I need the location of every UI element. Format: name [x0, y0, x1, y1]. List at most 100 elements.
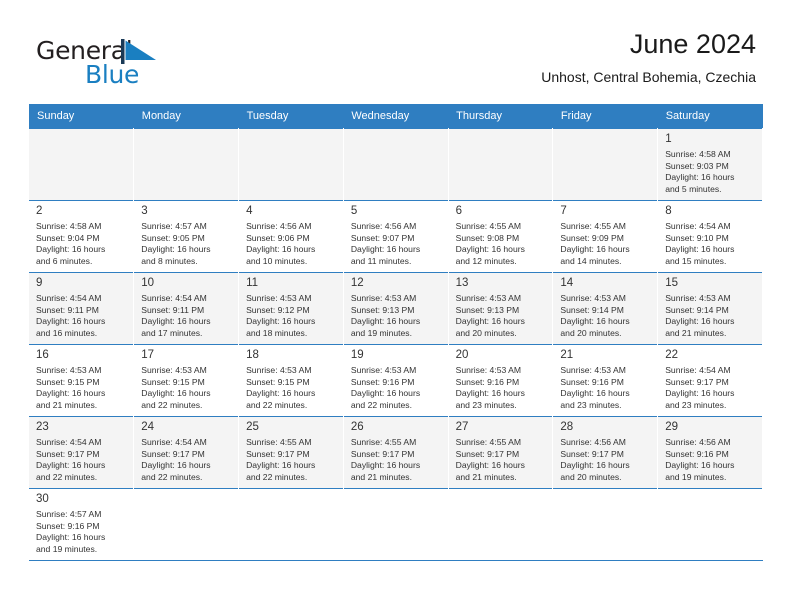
- day-number: 9: [36, 277, 43, 289]
- day-detail-line: Daylight: 16 hours: [665, 172, 735, 183]
- day-cell-28[interactable]: 28 Sunrise: 4:56 AM Sunset: 9:17 PM Dayligh…: [552, 416, 659, 489]
- day-detail-line: Sunrise: 4:53 AM: [350, 365, 417, 375]
- day-detail-line: and 23 minutes.: [560, 399, 622, 410]
- day-detail-line: Sunrise: 4:56 AM: [246, 221, 312, 231]
- weekday-header-monday: Monday: [133, 104, 239, 129]
- day-detail-line: Daylight: 16 hours: [455, 460, 525, 471]
- weekday-header-wednesday: Wednesday: [343, 104, 449, 129]
- day-detail-line: Daylight: 16 hours: [665, 388, 735, 399]
- day-detail-line: Sunrise: 4:54 AM: [36, 293, 102, 303]
- day-number: 10: [141, 277, 155, 289]
- day-detail-line: Daylight: 16 hours: [36, 532, 106, 543]
- day-detail-line: and 21 minutes.: [665, 327, 727, 338]
- day-number: 16: [36, 349, 49, 361]
- day-sun-details: Sunrise: 4:53 AM Sunset: 9:15 PM Daylight:…: [141, 365, 232, 411]
- day-detail-line: Daylight: 16 hours: [665, 460, 735, 471]
- day-cell-empty: [343, 128, 449, 201]
- day-detail-line: Sunrise: 4:55 AM: [560, 221, 626, 231]
- day-cell-empty: [238, 128, 344, 201]
- day-sun-details: Sunrise: 4:55 AM Sunset: 9:09 PM Daylight:…: [560, 221, 651, 267]
- day-sun-details: Sunrise: 4:53 AM Sunset: 9:14 PM Daylight:…: [665, 293, 756, 339]
- day-detail-line: Sunset: 9:16 PM: [350, 376, 415, 387]
- day-cell-5[interactable]: 5 Sunrise: 4:56 AM Sunset: 9:07 PM Daylight…: [343, 200, 449, 273]
- day-sun-details: Sunrise: 4:53 AM Sunset: 9:14 PM Daylight:…: [560, 293, 651, 339]
- day-detail-line: Sunrise: 4:53 AM: [455, 365, 522, 375]
- day-cell-empty: [448, 128, 554, 201]
- day-cell-30[interactable]: 30 Sunrise: 4:57 AM Sunset: 9:16 PM Dayligh…: [29, 488, 135, 561]
- day-cell-17[interactable]: 17 Sunrise: 4:53 AM Sunset: 9:15 PM Dayligh…: [133, 344, 240, 417]
- day-detail-line: Sunset: 9:15 PM: [36, 376, 100, 387]
- day-detail-line: and 22 minutes.: [141, 399, 203, 410]
- day-cell-4[interactable]: 4 Sunrise: 4:56 AM Sunset: 9:06 PM Daylight…: [238, 200, 344, 273]
- day-cell-12[interactable]: 12 Sunrise: 4:53 AM Sunset: 9:13 PM Dayligh…: [343, 272, 449, 345]
- day-cell-26[interactable]: 26 Sunrise: 4:55 AM Sunset: 9:17 PM Dayligh…: [343, 416, 449, 489]
- day-cell-15[interactable]: 15 Sunrise: 4:53 AM Sunset: 9:14 PM Dayligh…: [657, 272, 763, 345]
- day-detail-line: Sunrise: 4:58 AM: [665, 149, 731, 159]
- day-detail-line: Sunrise: 4:56 AM: [560, 437, 626, 447]
- day-cell-6[interactable]: 6 Sunrise: 4:55 AM Sunset: 9:08 PM Daylight…: [448, 200, 554, 273]
- day-cell-14[interactable]: 14 Sunrise: 4:53 AM Sunset: 9:14 PM Dayligh…: [552, 272, 659, 345]
- day-cell-9[interactable]: 9 Sunrise: 4:54 AM Sunset: 9:11 PM Daylight…: [29, 272, 135, 345]
- day-cell-2[interactable]: 2 Sunrise: 4:58 AM Sunset: 9:04 PM Daylight…: [29, 200, 135, 273]
- day-sun-details: Sunrise: 4:54 AM Sunset: 9:17 PM Daylight:…: [36, 437, 127, 483]
- day-detail-line: and 22 minutes.: [141, 471, 203, 482]
- day-cell-22[interactable]: 22 Sunrise: 4:54 AM Sunset: 9:17 PM Dayligh…: [657, 344, 763, 417]
- day-sun-details: Sunrise: 4:55 AM Sunset: 9:17 PM Daylight:…: [351, 437, 442, 483]
- day-sun-details: Sunrise: 4:56 AM Sunset: 9:17 PM Daylight:…: [560, 437, 651, 483]
- day-detail-line: Sunset: 9:15 PM: [141, 376, 205, 387]
- weekday-header-tuesday: Tuesday: [238, 104, 344, 129]
- day-detail-line: Daylight: 16 hours: [350, 460, 421, 471]
- day-number: 24: [141, 421, 155, 433]
- general-blue-logo[interactable]: General Blue: [36, 36, 236, 92]
- day-cell-20[interactable]: 20 Sunrise: 4:53 AM Sunset: 9:16 PM Dayligh…: [448, 344, 554, 417]
- day-detail-line: and 23 minutes.: [455, 399, 517, 410]
- day-detail-line: Daylight: 16 hours: [350, 244, 421, 255]
- day-detail-line: and 19 minutes.: [665, 471, 727, 482]
- day-cell-1[interactable]: 1 Sunrise: 4:58 AM Sunset: 9:03 PM Daylight…: [657, 128, 763, 201]
- day-cell-21[interactable]: 21 Sunrise: 4:53 AM Sunset: 9:16 PM Dayligh…: [552, 344, 659, 417]
- day-detail-line: Daylight: 16 hours: [665, 316, 735, 327]
- day-detail-line: Sunrise: 4:55 AM: [246, 437, 312, 447]
- day-cell-24[interactable]: 24 Sunrise: 4:54 AM Sunset: 9:17 PM Dayligh…: [133, 416, 240, 489]
- day-cell-18[interactable]: 18 Sunrise: 4:53 AM Sunset: 9:15 PM Dayligh…: [238, 344, 344, 417]
- day-cell-27[interactable]: 27 Sunrise: 4:55 AM Sunset: 9:17 PM Dayligh…: [448, 416, 554, 489]
- day-cell-13[interactable]: 13 Sunrise: 4:53 AM Sunset: 9:13 PM Dayligh…: [448, 272, 554, 345]
- day-number: 12: [350, 277, 364, 289]
- page-header: General Blue June 2024 Unhost, Central B…: [0, 0, 792, 103]
- day-detail-line: Sunrise: 4:53 AM: [246, 293, 312, 303]
- calendar-week-row: 30 Sunrise: 4:57 AM Sunset: 9:16 PM Dayligh…: [29, 488, 763, 561]
- day-cell-empty: [238, 488, 344, 561]
- day-cell-8[interactable]: 8 Sunrise: 4:54 AM Sunset: 9:10 PM Daylight…: [657, 200, 763, 273]
- day-detail-line: Daylight: 16 hours: [560, 244, 630, 255]
- day-cell-19[interactable]: 19 Sunrise: 4:53 AM Sunset: 9:16 PM Dayligh…: [343, 344, 449, 417]
- day-sun-details: Sunrise: 4:55 AM Sunset: 9:17 PM Daylight:…: [246, 437, 337, 483]
- day-cell-10[interactable]: 10 Sunrise: 4:54 AM Sunset: 9:11 PM Dayligh…: [133, 272, 240, 345]
- day-cell-16[interactable]: 16 Sunrise: 4:53 AM Sunset: 9:15 PM Dayligh…: [29, 344, 135, 417]
- day-detail-line: Daylight: 16 hours: [246, 388, 316, 399]
- day-detail-line: Daylight: 16 hours: [560, 460, 630, 471]
- day-cell-3[interactable]: 3 Sunrise: 4:57 AM Sunset: 9:05 PM Daylight…: [133, 200, 240, 273]
- day-detail-line: Sunset: 9:15 PM: [246, 376, 310, 387]
- day-detail-line: Sunrise: 4:55 AM: [455, 221, 522, 231]
- day-cell-29[interactable]: 29 Sunrise: 4:56 AM Sunset: 9:16 PM Dayligh…: [657, 416, 763, 489]
- day-detail-line: Sunrise: 4:53 AM: [560, 293, 626, 303]
- day-detail-line: Sunset: 9:06 PM: [246, 232, 310, 243]
- day-detail-line: and 15 minutes.: [665, 255, 727, 266]
- day-detail-line: Sunset: 9:09 PM: [560, 232, 624, 243]
- day-detail-line: Sunset: 9:17 PM: [141, 448, 205, 459]
- day-detail-line: Sunrise: 4:54 AM: [141, 293, 207, 303]
- day-sun-details: Sunrise: 4:55 AM Sunset: 9:08 PM Daylight:…: [456, 221, 547, 267]
- day-detail-line: Sunset: 9:08 PM: [455, 232, 520, 243]
- day-detail-line: and 14 minutes.: [560, 255, 622, 266]
- day-detail-line: Daylight: 16 hours: [36, 316, 106, 327]
- day-cell-7[interactable]: 7 Sunrise: 4:55 AM Sunset: 9:09 PM Daylight…: [552, 200, 659, 273]
- day-detail-line: and 18 minutes.: [246, 327, 308, 338]
- day-detail-line: and 10 minutes.: [246, 255, 308, 266]
- day-sun-details: Sunrise: 4:57 AM Sunset: 9:05 PM Daylight:…: [141, 221, 232, 267]
- day-detail-line: Daylight: 16 hours: [665, 244, 735, 255]
- day-cell-23[interactable]: 23 Sunrise: 4:54 AM Sunset: 9:17 PM Dayligh…: [29, 416, 135, 489]
- day-sun-details: Sunrise: 4:55 AM Sunset: 9:17 PM Daylight:…: [456, 437, 547, 483]
- day-number: 26: [350, 421, 364, 433]
- day-cell-11[interactable]: 11 Sunrise: 4:53 AM Sunset: 9:12 PM Dayligh…: [238, 272, 344, 345]
- day-cell-25[interactable]: 25 Sunrise: 4:55 AM Sunset: 9:17 PM Dayligh…: [238, 416, 344, 489]
